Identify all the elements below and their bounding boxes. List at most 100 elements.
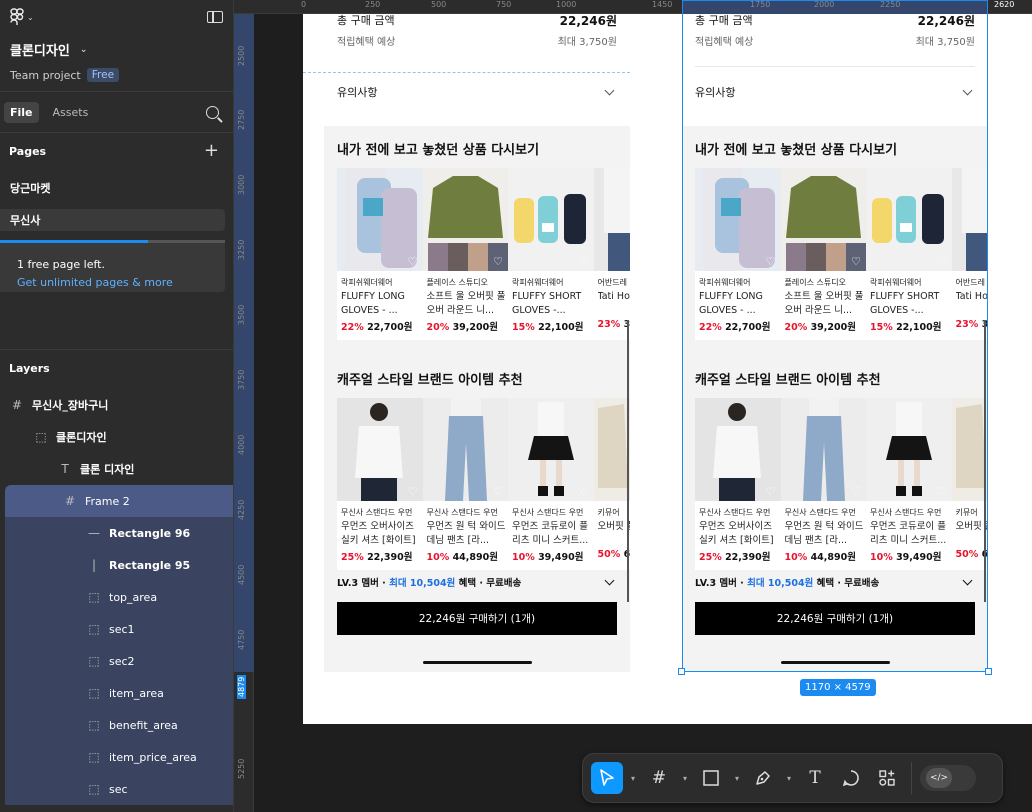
group-icon: ⬚ [88,686,100,700]
upgrade-link[interactable]: Get unlimited pages & more [17,276,225,289]
divider [695,66,975,67]
scrollbar[interactable] [627,320,629,602]
heart-icon[interactable]: ♡ [936,256,948,267]
ruler-mark: 500 [431,0,447,9]
actions-tool[interactable] [871,762,903,794]
page-item-musinsa[interactable]: 무신사 [0,209,225,231]
product-image: ♡ [695,398,781,501]
left-sidebar: ⌄ 클론디자인 ⌄ Team project Free File Assets … [0,0,234,812]
phone-frame-original[interactable]: 총 구매 금액 22,246원 적립혜택 예상 최대 3,750원 유의사항 내… [303,14,630,672]
tab-file[interactable]: File [4,101,39,123]
heart-icon[interactable]: ♡ [492,486,504,497]
project-name[interactable]: 클론디자인 ⌄ [10,40,223,59]
layer-item-selected[interactable]: # Frame 2 [5,485,233,517]
product-card[interactable]: ♡ 락피쉬웨더웨어 FLUFFY SHORT GLOVES -... 15% 2… [866,168,952,340]
text-tool[interactable]: T [799,762,831,794]
product-card[interactable]: ♡ 플레이스 스튜디오 소프트 울 오버핏 풀오버 라운드 니... 20% 3… [780,168,866,340]
discount-rate: 23% [597,319,621,330]
member-benefit-row[interactable]: LV.3 멤버 · 최대 10,504원 혜택 · 무료배송 [337,575,617,589]
frame-tool[interactable]: # [643,762,675,794]
line-vertical-icon: | [91,558,97,572]
layer-item[interactable]: ⬚ benefit_area [5,709,233,741]
product-card[interactable]: ♡ 플레이스 스튜디오 소프트 울 오버핏 풀오버 라운드 니... 20% 3… [422,168,508,340]
product-card[interactable]: ♡ 무신사 스탠다드 우먼 우먼즈 코듀로이 플리츠 미니 스커트... 10%… [866,398,952,570]
chevron-down-icon[interactable]: ▾ [627,774,639,783]
layer-item[interactable]: ⬚ item_price_area [5,741,233,773]
product-card[interactable]: 어반드레 Tati Ho Knit IVO 23% 3 [593,168,630,340]
heart-icon[interactable]: ♡ [578,256,590,267]
member-benefit-text: 혜택 · 무료배송 [455,578,522,589]
search-icon[interactable] [206,105,219,119]
product-card[interactable]: ♡ 락피쉬웨더웨어 FLUFFY LONG GLOVES - ... 22% 2… [337,168,423,340]
product-card[interactable]: 키뮤어 오버핏 플 후드 50% 6 [951,398,988,570]
divider [911,762,912,794]
layer-item[interactable]: — Rectangle 96 [5,517,233,549]
heart-icon[interactable]: ♡ [407,486,419,497]
buy-button[interactable]: 22,246원 구매하기 (1개) [695,602,975,635]
product-name: 우먼즈 원 턱 와이드 데님 팬츠 [라... [784,521,864,546]
ruler-mark: 250 [365,0,381,9]
product-card[interactable]: ♡ 무신사 스탠다드 우먼 우먼즈 코듀로이 플리츠 미니 스커트... 10%… [508,398,594,570]
product-card[interactable]: ♡ 무신사 스탠다드 우먼 우먼즈 원 턱 와이드 데님 팬츠 [라... 10… [780,398,866,570]
page-item-carrot[interactable]: 당근마켓 [0,177,225,199]
layer-item[interactable]: ⬚ sec2 [5,645,233,677]
layer-item[interactable]: ⬚ sec1 [5,613,233,645]
product-card[interactable]: ♡ 락피쉬웨더웨어 FLUFFY LONG GLOVES - ... 22% 2… [695,168,781,340]
notice-row[interactable]: 유의사항 [695,84,975,100]
move-tool[interactable] [591,762,623,794]
plan-badge[interactable]: Free [86,68,120,82]
product-card[interactable]: ♡ 무신사 스탠다드 우먼 우먼즈 원 턱 와이드 데님 팬츠 [라... 10… [422,398,508,570]
layer-item[interactable]: # 무신사_장바구니 [0,389,233,421]
dev-mode-toggle[interactable]: </> [920,765,976,791]
heart-icon[interactable]: ♡ [765,486,777,497]
product-card[interactable]: ♡ 락피쉬웨더웨어 FLUFFY SHORT GLOVES -... 15% 2… [508,168,594,340]
layer-label: sec [109,782,128,796]
heart-icon[interactable]: ♡ [850,486,862,497]
product-card[interactable]: 키뮤어 오버핏 플 후드 50% 6 [593,398,630,570]
resize-handle[interactable] [985,668,992,675]
heart-icon[interactable]: ♡ [765,256,777,267]
product-brand: 락피쉬웨더웨어 [512,278,564,287]
layer-item[interactable]: ⬚ 클론디자인 [0,421,233,453]
layer-item[interactable]: | Rectangle 95 [5,549,233,581]
layer-item[interactable]: ⬚ sec [5,773,233,805]
ruler-vertical[interactable]: 2500 2750 3000 3250 3500 3750 4000 4250 … [234,14,254,812]
ruler-mark: 0 [301,0,307,9]
layer-item[interactable]: ⬚ item_area [5,677,233,709]
heart-icon[interactable]: ♡ [578,486,590,497]
comment-tool[interactable] [835,762,867,794]
page-usage-track [148,240,225,243]
main-menu-button[interactable]: ⌄ [10,8,34,26]
product-card[interactable]: ♡ 무신사 스탠다드 우먼 우먼즈 오버사이즈 실키 셔츠 [화이트] 25% … [337,398,423,570]
add-page-icon[interactable]: + [204,142,219,160]
chevron-down-icon[interactable]: ▾ [783,774,795,783]
phone-frame-selected[interactable]: 총 구매 금액 22,246원 적립혜택 예상 최대 3,750원 유의사항 내… [682,0,988,672]
buy-button[interactable]: 22,246원 구매하기 (1개) [337,602,617,635]
reward-label: 적립혜택 예상 [337,37,396,48]
notice-row[interactable]: 유의사항 [337,84,617,100]
heart-icon[interactable]: ♡ [936,486,948,497]
chevron-down-icon[interactable]: ▾ [731,774,743,783]
heart-icon[interactable]: ♡ [492,256,504,267]
resize-handle[interactable] [678,668,685,675]
product-card[interactable]: 어반드레 Tati Ho Knit IVO 23% 3 [951,168,988,340]
discount-rate: 23% [955,319,979,330]
page-label: 무신사 [10,214,41,227]
heart-icon[interactable]: ♡ [407,256,419,267]
scrollbar[interactable] [984,320,986,602]
product-card[interactable]: ♡ 무신사 스탠다드 우먼 우먼즈 오버사이즈 실키 셔츠 [화이트] 25% … [695,398,781,570]
layer-label: 무신사_장바구니 [32,399,109,412]
heart-icon[interactable]: ♡ [850,256,862,267]
reward-value: 최대 3,750원 [557,37,617,48]
sidebar-toggle-icon[interactable] [207,11,223,23]
layer-item[interactable]: ⬚ top_area [5,581,233,613]
member-benefit-row[interactable]: LV.3 멤버 · 최대 10,504원 혜택 · 무료배송 [695,575,975,589]
chevron-down-icon[interactable]: ▾ [679,774,691,783]
ruler-mark: 3000 [237,174,246,195]
product-brand: 키뮤어 [597,508,620,517]
shape-tool[interactable] [695,762,727,794]
tab-assets[interactable]: Assets [47,102,95,123]
layer-item[interactable]: T 클론 디자인 [0,453,233,485]
team-name: Team project [10,68,81,82]
pen-tool[interactable] [747,762,779,794]
